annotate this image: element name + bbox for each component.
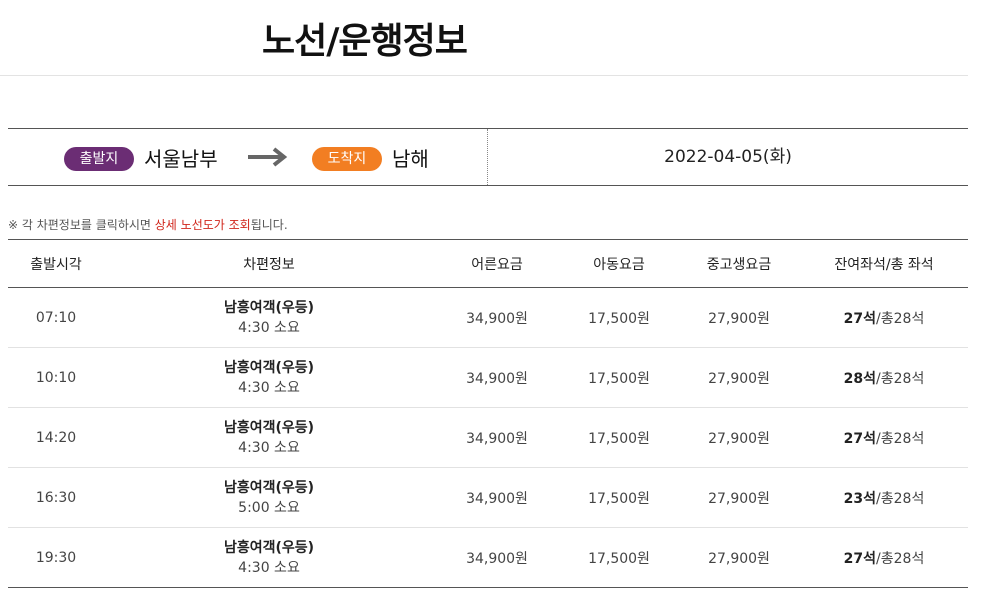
schedule-table: 출발시각 차편정보 어른요금 아동요금 중고생요금 잔여좌석/총 좌석 07:1… <box>8 239 968 588</box>
bus-duration: 4:30 소요 <box>238 439 300 456</box>
child-fare: 17,500원 <box>560 407 678 468</box>
student-fare: 27,900원 <box>678 287 800 348</box>
bus-info[interactable]: 남흥여객(우등) 4:30 소요 <box>104 407 434 468</box>
seat-availability: 27석/총28석 <box>800 287 968 348</box>
seat-availability: 27석/총28석 <box>800 407 968 468</box>
seats-total: /총28석 <box>876 310 925 327</box>
departure-terminal: 서울남부 <box>144 147 218 171</box>
route-places: 출발지 서울남부 도착지 남해 <box>8 129 488 185</box>
arrival-badge: 도착지 <box>312 147 382 171</box>
seat-availability: 27석/총28석 <box>800 527 968 588</box>
seat-availability: 23석/총28석 <box>800 467 968 528</box>
seats-left: 27석 <box>843 310 877 327</box>
notice-highlight: 상세 노선도가 조회 <box>154 218 251 232</box>
adult-fare: 34,900원 <box>434 467 560 528</box>
seats-left: 27석 <box>843 550 877 567</box>
table-row[interactable]: 07:10 남흥여객(우등) 4:30 소요 34,900원 17,500원 27… <box>8 287 968 348</box>
departure-badge: 출발지 <box>64 147 134 171</box>
bus-info[interactable]: 남흥여객(우등) 4:30 소요 <box>104 527 434 588</box>
child-fare: 17,500원 <box>560 287 678 348</box>
bus-duration: 4:30 소요 <box>238 559 300 576</box>
adult-fare: 34,900원 <box>434 407 560 468</box>
bus-company: 남흥여객(우등) <box>223 479 315 496</box>
bus-duration: 4:30 소요 <box>238 379 300 396</box>
bus-duration: 5:00 소요 <box>238 499 300 516</box>
notice-text: ※ 각 차편정보를 클릭하시면 상세 노선도가 조회됩니다. <box>8 216 288 233</box>
bus-company: 남흥여객(우등) <box>223 419 315 436</box>
right-arrow-icon <box>248 147 288 167</box>
departure-date: 2022-04-05(화) <box>664 147 792 167</box>
title-divider <box>0 75 968 76</box>
adult-fare: 34,900원 <box>434 287 560 348</box>
departure-time: 16:30 <box>8 467 104 528</box>
bus-duration: 4:30 소요 <box>238 319 300 336</box>
bus-info[interactable]: 남흥여객(우등) 5:00 소요 <box>104 467 434 528</box>
seats-left: 23석 <box>843 490 877 507</box>
notice-suffix: 됩니다. <box>250 218 288 232</box>
seats-left: 27석 <box>843 430 877 447</box>
page-title: 노선/운행정보 <box>262 21 468 62</box>
seats-total: /총28석 <box>876 370 925 387</box>
header-adult-fare: 어른요금 <box>434 239 560 288</box>
student-fare: 27,900원 <box>678 527 800 588</box>
header-child-fare: 아동요금 <box>560 239 678 288</box>
header-departure-time: 출발시각 <box>8 239 104 288</box>
table-row[interactable]: 10:10 남흥여객(우등) 4:30 소요 34,900원 17,500원 27… <box>8 347 968 408</box>
departure-time: 10:10 <box>8 347 104 408</box>
student-fare: 27,900원 <box>678 347 800 408</box>
child-fare: 17,500원 <box>560 467 678 528</box>
seats-left: 28석 <box>843 370 877 387</box>
bus-info[interactable]: 남흥여객(우등) 4:30 소요 <box>104 347 434 408</box>
bus-company: 남흥여객(우등) <box>223 539 315 556</box>
adult-fare: 34,900원 <box>434 527 560 588</box>
seats-total: /총28석 <box>876 550 925 567</box>
header-student-fare: 중고생요금 <box>678 239 800 288</box>
student-fare: 27,900원 <box>678 467 800 528</box>
child-fare: 17,500원 <box>560 347 678 408</box>
notice-prefix: ※ 각 차편정보를 클릭하시면 <box>8 218 155 232</box>
route-summary: 출발지 서울남부 도착지 남해 2022-04-05(화) <box>8 128 968 186</box>
header-seats: 잔여좌석/총 좌석 <box>800 239 968 288</box>
student-fare: 27,900원 <box>678 407 800 468</box>
header-bus-info: 차편정보 <box>104 239 434 288</box>
departure-time: 19:30 <box>8 527 104 588</box>
departure-time: 14:20 <box>8 407 104 468</box>
table-row[interactable]: 14:20 남흥여객(우등) 4:30 소요 34,900원 17,500원 27… <box>8 407 968 468</box>
seat-availability: 28석/총28석 <box>800 347 968 408</box>
bus-info[interactable]: 남흥여객(우등) 4:30 소요 <box>104 287 434 348</box>
adult-fare: 34,900원 <box>434 347 560 408</box>
table-header-row: 출발시각 차편정보 어른요금 아동요금 중고생요금 잔여좌석/총 좌석 <box>8 239 968 288</box>
arrival-terminal: 남해 <box>392 147 429 171</box>
seats-total: /총28석 <box>876 490 925 507</box>
table-row[interactable]: 16:30 남흥여객(우등) 5:00 소요 34,900원 17,500원 27… <box>8 467 968 528</box>
table-row[interactable]: 19:30 남흥여객(우등) 4:30 소요 34,900원 17,500원 27… <box>8 527 968 588</box>
departure-time: 07:10 <box>8 287 104 348</box>
seats-total: /총28석 <box>876 430 925 447</box>
bus-company: 남흥여객(우등) <box>223 299 315 316</box>
bus-company: 남흥여객(우등) <box>223 359 315 376</box>
child-fare: 17,500원 <box>560 527 678 588</box>
